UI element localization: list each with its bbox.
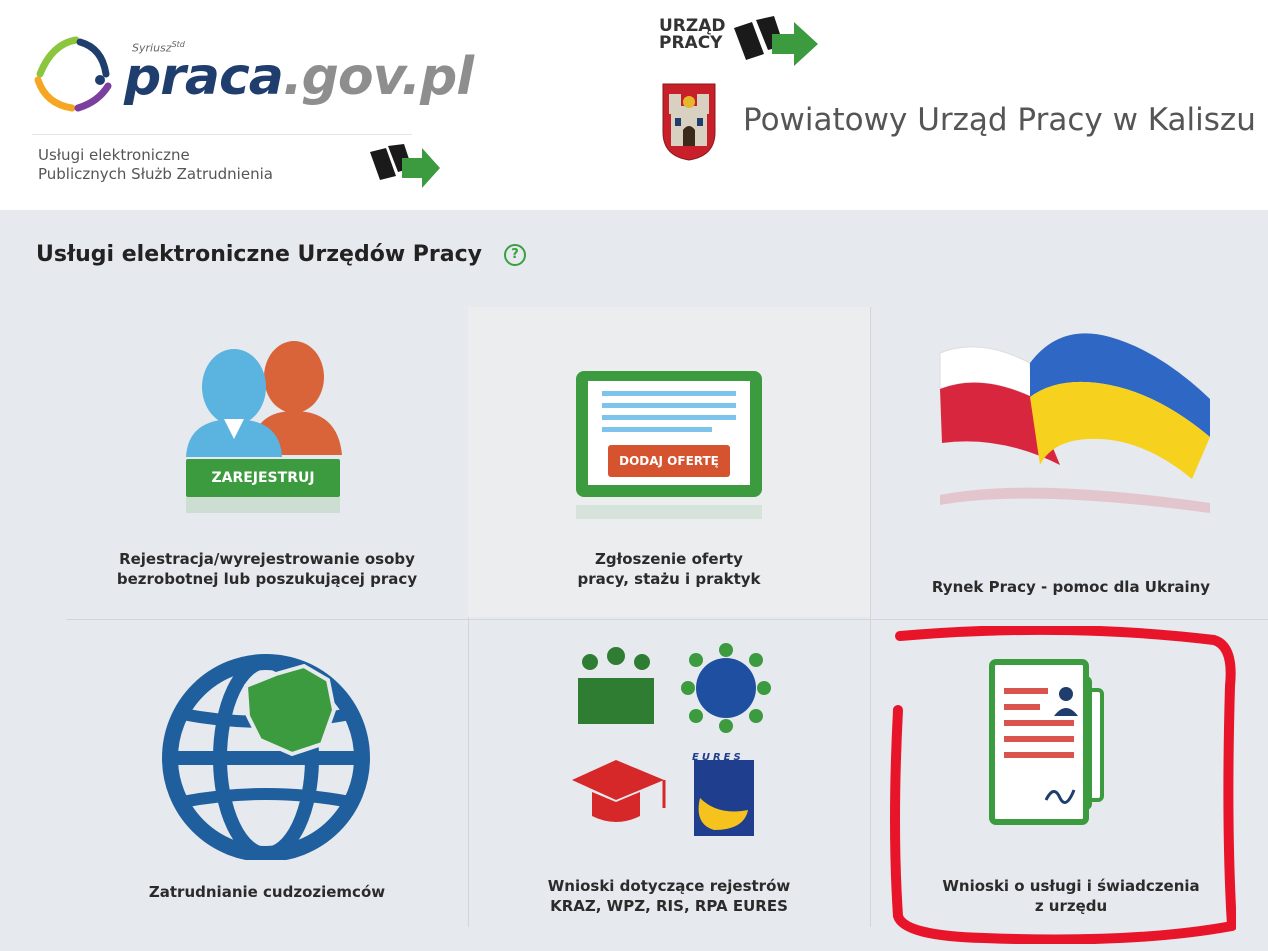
urzad-pracy-wordmark: URZĄD PRACY — [659, 16, 726, 53]
people-icon — [186, 341, 342, 513]
tile-registries[interactable]: EURES Wnioski dotyczące rejestrów KRAZ, … — [468, 620, 870, 930]
urzad-pracy-arrow-icon — [370, 144, 440, 188]
add-offer-button[interactable]: DODAJ OFERTĘ — [608, 445, 730, 477]
brand-name: praca.gov.pl — [124, 47, 474, 107]
tile-label: Zatrudnianie cudzoziemców — [148, 883, 386, 901]
globe-icon — [162, 654, 370, 860]
flags-icon — [939, 333, 1210, 513]
tile-registration[interactable]: ZAREJESTRUJ Rejestracja/wyrejestrowanie … — [66, 307, 468, 617]
registries-icon — [572, 643, 771, 836]
tile-label: Rejestracja/wyrejestrowanie osoby bezrob… — [116, 550, 418, 588]
tile-label: Wnioski dotyczące rejestrów KRAZ, WPZ, R… — [547, 877, 791, 915]
highlight-annotation — [890, 626, 1236, 944]
brand-subtitle: Usługi elektroniczne Publicznych Służb Z… — [38, 146, 273, 183]
register-button[interactable]: ZAREJESTRUJ — [186, 459, 340, 497]
praca-logo-icon — [34, 36, 112, 112]
site-header: SyriuszStd praca.gov.pl Usługi elektroni… — [0, 0, 1268, 210]
tile-ukraine-help[interactable]: Rynek Pracy - pomoc dla Ukrainy — [870, 307, 1268, 617]
logo-divider — [32, 134, 412, 135]
job-offer-icon — [576, 371, 762, 519]
pup-kalisz-logo[interactable]: URZĄD PRACY Powiatowy Urząd Pracy w Kali… — [655, 10, 1256, 190]
eures-label: EURES — [692, 752, 744, 763]
urzad-pracy-logo-icon — [734, 16, 818, 66]
help-icon[interactable]: ? — [504, 244, 526, 266]
panel-title: Usługi elektroniczne Urzędów Pracy — [36, 242, 483, 267]
tile-foreigners[interactable]: Zatrudnianie cudzoziemców — [66, 620, 468, 930]
tile-job-offer[interactable]: DODAJ OFERTĘ Zgłoszenie oferty pracy, st… — [468, 307, 870, 617]
tile-label: Rynek Pracy - pomoc dla Ukrainy — [931, 578, 1211, 596]
office-name: Powiatowy Urząd Pracy w Kaliszu — [743, 102, 1256, 138]
tile-label: Zgłoszenie oferty pracy, stażu i praktyk — [577, 550, 761, 588]
praca-gov-logo[interactable]: SyriuszStd praca.gov.pl Usługi elektroni… — [32, 22, 474, 207]
kalisz-crest-icon — [662, 83, 716, 161]
